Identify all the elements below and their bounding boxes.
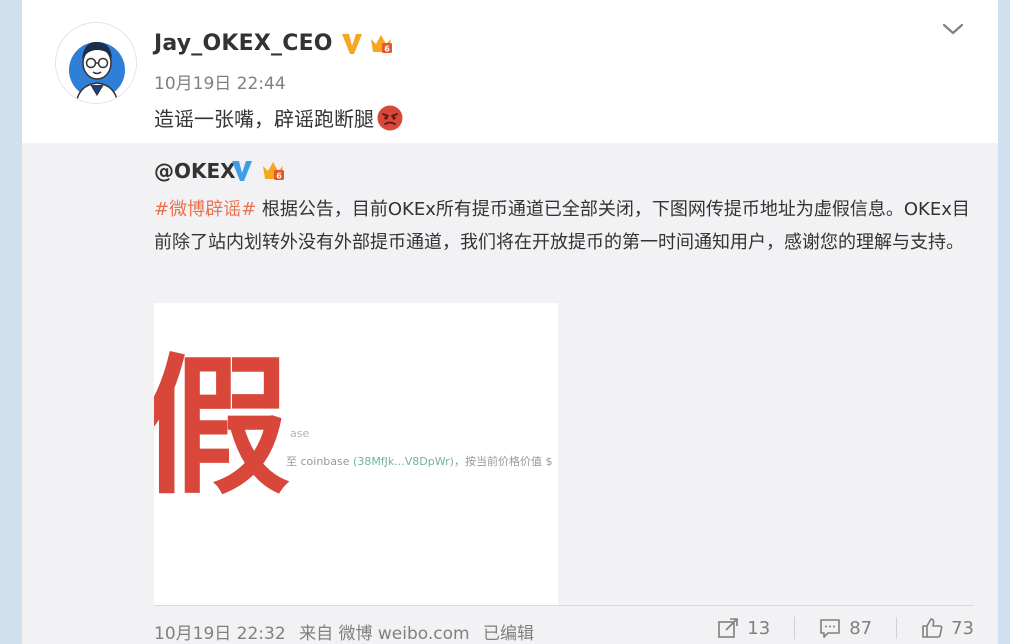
like-button[interactable]: 73 [921, 617, 974, 639]
repost-footer: 10月19日 22:32 来自 微博 weibo.com 已编辑 13 87 7… [154, 617, 974, 644]
weibo-post-card: Jay_OKEX_CEO 6 10月19日 22:44 造谣一张嘴，辟谣跑断腿 … [22, 0, 998, 644]
verified-v-icon[interactable] [340, 30, 364, 56]
verified-v-icon[interactable] [230, 157, 254, 183]
image-line-suffix: ，按当前价格价值 $ [453, 455, 553, 468]
post-text-content: 造谣一张嘴，辟谣跑断腿 [154, 107, 374, 131]
post-timestamp[interactable]: 10月19日 22:44 [154, 69, 286, 94]
angry-face-emoji-icon [377, 105, 403, 130]
image-address-line: 至 coinbase (38MfJk...V8DpWr)，按当前价格价值 $ [286, 453, 552, 469]
repost-timestamp[interactable]: 10月19日 22:32 [154, 624, 286, 644]
image-small-text: ase [290, 427, 310, 440]
hashtag-link[interactable]: #微博辟谣# [154, 199, 256, 220]
repost-meta: 10月19日 22:32 来自 微博 weibo.com 已编辑 [154, 619, 542, 644]
repost-image[interactable]: 假 ase 至 coinbase (38MfJk...V8DpWr)，按当前价格… [154, 303, 558, 605]
username[interactable]: Jay_OKEX_CEO [154, 31, 333, 56]
like-icon [922, 618, 943, 638]
image-line-address: (38MfJk...V8DpWr) [353, 455, 454, 468]
member-crown-icon[interactable]: 6 [368, 30, 394, 56]
repost-text: #微博辟谣# 根据公告，目前OKEx所有提币通道已全部关闭，下图网传提币地址为虚… [154, 193, 974, 259]
comment-count: 87 [849, 617, 873, 639]
fake-character: 假 [154, 341, 291, 515]
action-separator [794, 617, 796, 639]
avatar-illustration [56, 23, 136, 103]
repost-container: @OKEX 6 #微博辟谣# 根据公告，目前OKEx所有提币通道已全部关闭，下图… [22, 143, 998, 644]
repost-text-content: 根据公告，目前OKEx所有提币通道已全部关闭，下图网传提币地址为虚假信息。OKE… [154, 199, 970, 253]
repost-divider [154, 605, 974, 606]
repost-source[interactable]: 来自 微博 weibo.com [299, 624, 470, 644]
comment-button[interactable]: 87 [819, 617, 872, 639]
post-text: 造谣一张嘴，辟谣跑断腿 [154, 103, 404, 132]
share-button[interactable]: 13 [717, 617, 770, 639]
svg-text:6: 6 [384, 45, 390, 54]
repost-actions: 13 87 73 [717, 617, 974, 639]
action-separator [896, 617, 898, 639]
avatar[interactable] [55, 22, 137, 104]
share-count: 13 [747, 617, 771, 639]
like-count: 73 [951, 617, 974, 639]
image-line-prefix: 至 coinbase [286, 455, 350, 468]
member-crown-icon[interactable]: 6 [260, 157, 286, 183]
comment-icon [820, 619, 840, 638]
share-icon [718, 618, 739, 638]
repost-author[interactable]: @OKEX [154, 159, 236, 183]
svg-text:6: 6 [276, 172, 282, 181]
repost-edited-label[interactable]: 已编辑 [483, 624, 534, 644]
chevron-down-icon[interactable] [942, 20, 964, 38]
